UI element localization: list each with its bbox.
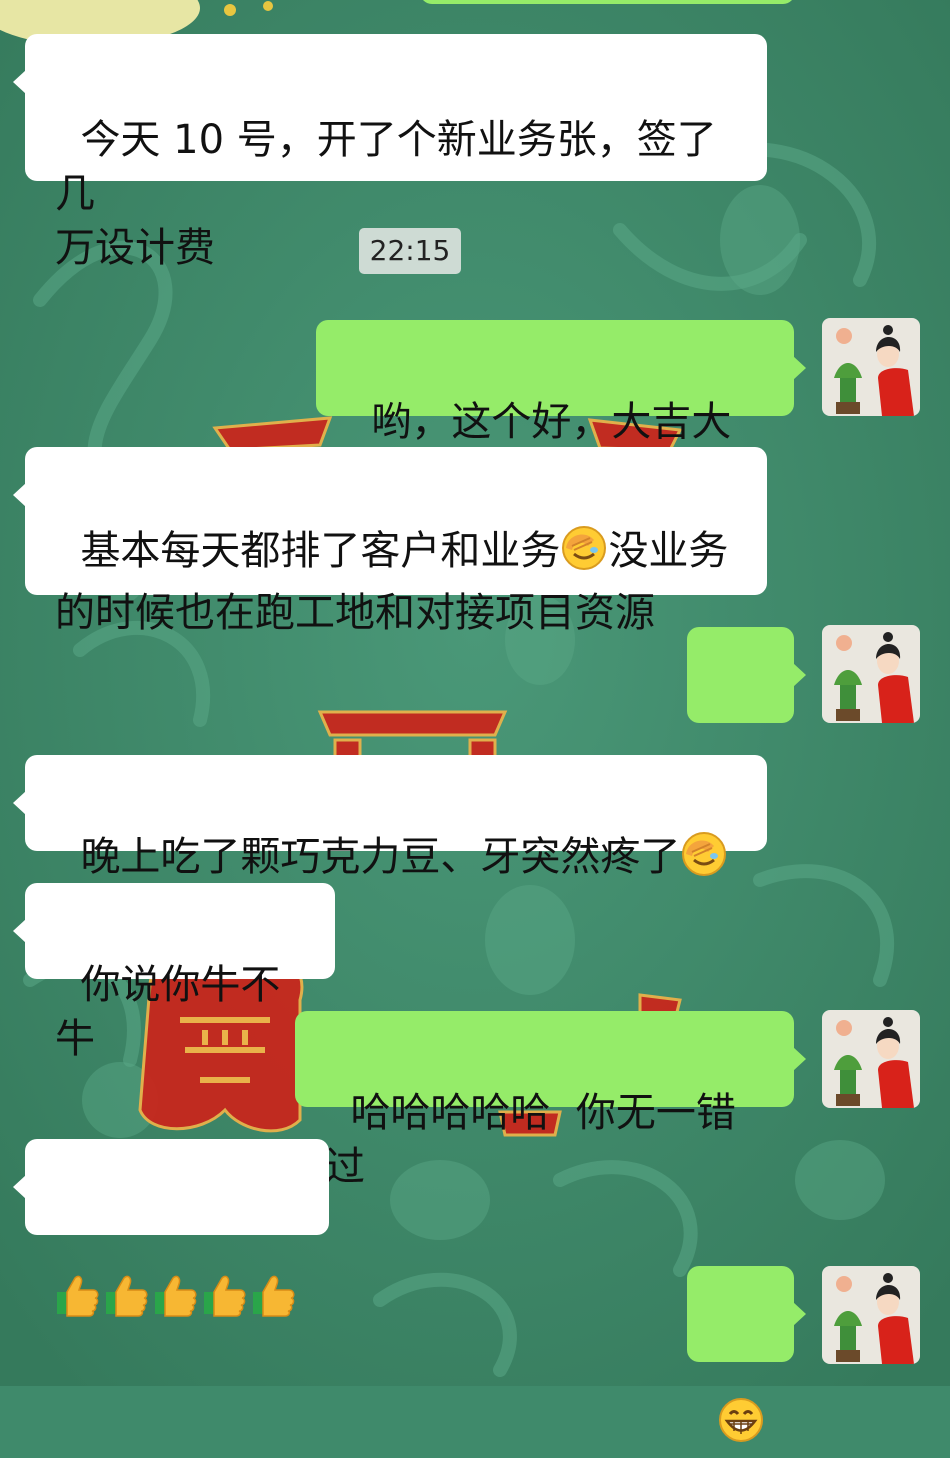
facepalm-emoji bbox=[680, 830, 728, 892]
avatar-image bbox=[822, 625, 920, 723]
message-timestamp: 22:15 bbox=[359, 228, 461, 274]
message-bubble-incoming[interactable]: 晚上吃了颗巧克力豆、牙突然疼了 bbox=[13, 755, 767, 880]
thumbs-up-emoji bbox=[251, 1272, 297, 1332]
thumbs-up-emoji bbox=[104, 1272, 150, 1332]
avatar-image bbox=[822, 318, 920, 416]
message-bubble-outgoing[interactable] bbox=[687, 627, 806, 804]
my-avatar[interactable] bbox=[822, 625, 920, 723]
avatar-image bbox=[822, 1266, 920, 1364]
thumbs-up-emoji bbox=[202, 1272, 248, 1332]
message-bubble-incoming[interactable]: 今天 10 号，开了个新业务张，签了几 万设计费 bbox=[13, 34, 767, 271]
my-avatar[interactable] bbox=[822, 1266, 920, 1364]
message-bubble-outgoing[interactable]: 哈哈哈哈哈 你无一错过 bbox=[295, 1011, 806, 1190]
my-avatar[interactable] bbox=[822, 1010, 920, 1108]
message-bubble-outgoing[interactable]: 哟，这个好，大吉大利 bbox=[316, 320, 806, 499]
thumbs-up-row bbox=[55, 1272, 299, 1332]
facepalm-emoji bbox=[560, 524, 608, 586]
message-bubble-incoming[interactable]: 你说你牛不牛 bbox=[13, 883, 335, 1062]
message-bubble-outgoing[interactable] bbox=[687, 1266, 806, 1442]
message-bubble-incoming[interactable]: 基本每天都排了客户和业务 没业务 的时候也在跑工地和对接项目资源 bbox=[13, 447, 767, 636]
previous-outgoing-bubble bbox=[420, 0, 795, 4]
message-text-part-a: 基本每天都排了客户和业务 bbox=[80, 528, 561, 574]
avatar-image bbox=[822, 1010, 920, 1108]
thumbs-up-emoji bbox=[153, 1272, 199, 1332]
my-avatar[interactable] bbox=[822, 318, 920, 416]
message-bubble-incoming[interactable] bbox=[13, 1139, 329, 1317]
thumbs-up-emoji bbox=[55, 1272, 101, 1332]
grinning-emoji bbox=[717, 1396, 765, 1458]
message-text: 晚上吃了颗巧克力豆、牙突然疼了 bbox=[80, 834, 681, 880]
